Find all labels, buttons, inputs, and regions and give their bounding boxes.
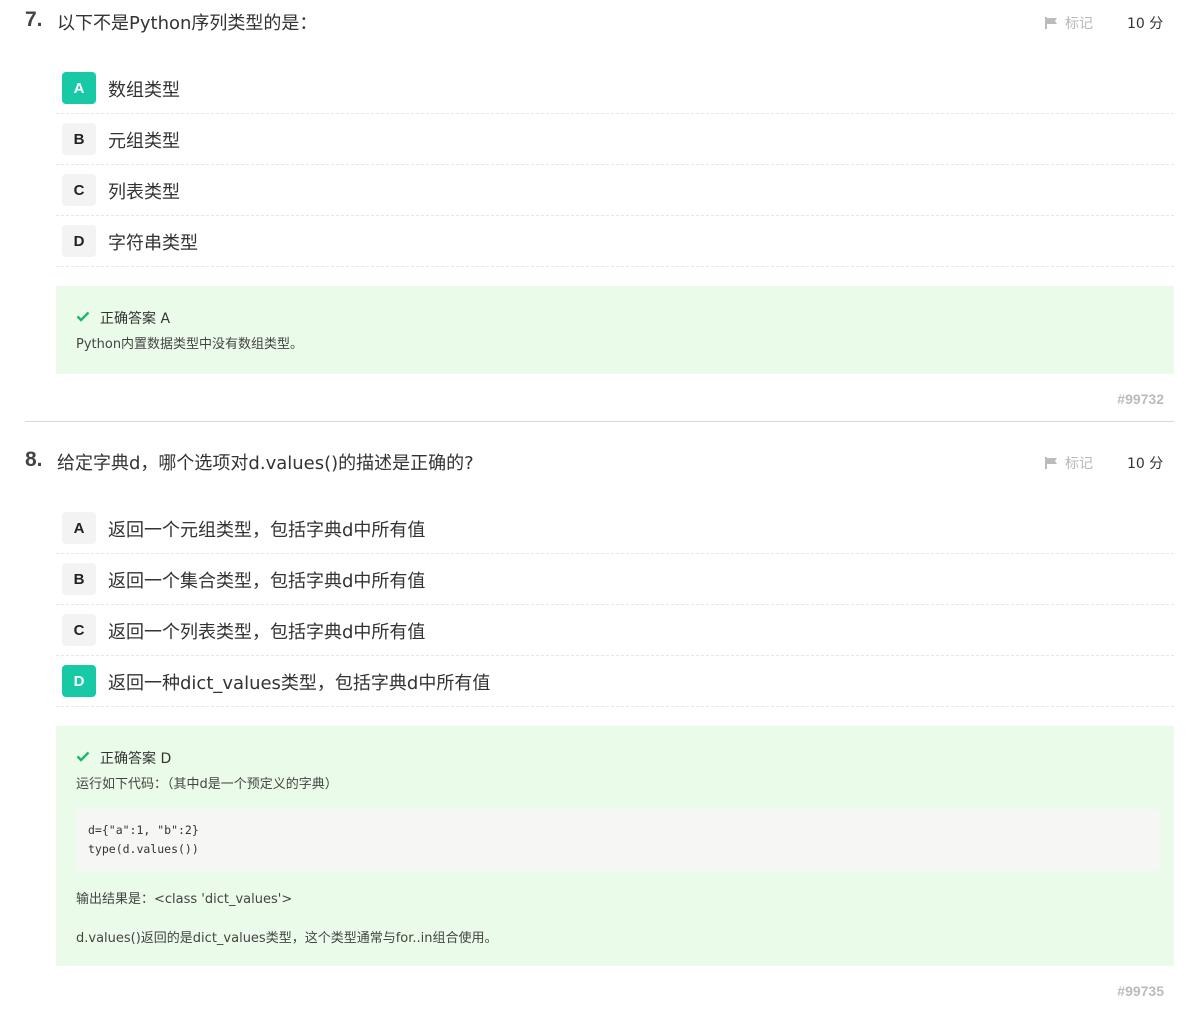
answer-output: 输出结果是：<class 'dict_values'>: [76, 892, 293, 907]
correct-answer-label: 正确答案 A: [100, 311, 171, 327]
question-number: 7.: [25, 8, 43, 31]
answer-box: 正确答案 A Python内置数据类型中没有数组类型。: [56, 286, 1174, 374]
option-letter: A: [62, 72, 96, 104]
option-b[interactable]: B 元组类型: [56, 114, 1174, 165]
option-letter: D: [62, 225, 96, 257]
flag-icon: [1045, 457, 1059, 469]
option-letter: C: [62, 174, 96, 206]
answer-box: 正确答案 D 运行如下代码：（其中d是一个预定义的字典） d={"a":1, "…: [56, 726, 1174, 966]
question-score: 10 分: [1127, 456, 1164, 472]
code-line-2: type(d.values()): [88, 842, 199, 856]
correct-answer-line: 正确答案 D: [76, 748, 171, 768]
option-letter: B: [62, 563, 96, 595]
check-icon: [76, 750, 90, 766]
answer-note: d.values()返回的是dict_values类型，这个类型通常与for..…: [76, 931, 498, 946]
question-divider: [25, 421, 1174, 422]
options-list: A 数组类型 B 元组类型 C 列表类型 D 字符串类型: [56, 63, 1174, 267]
option-text: 返回一个集合类型，包括字典d中所有值: [108, 571, 426, 592]
question-title: 给定字典d，哪个选项对d.values()的描述是正确的?: [57, 453, 474, 474]
code-block: d={"a":1, "b":2} type(d.values()): [76, 809, 1160, 871]
option-letter: C: [62, 614, 96, 646]
option-text: 返回一种dict_values类型，包括字典d中所有值: [108, 673, 491, 694]
code-line-1: d={"a":1, "b":2}: [88, 823, 199, 837]
answer-intro: 运行如下代码：（其中d是一个预定义的字典）: [76, 777, 338, 792]
option-letter: D: [62, 665, 96, 697]
question-number: 8.: [25, 448, 43, 471]
option-d[interactable]: D 返回一种dict_values类型，包括字典d中所有值: [56, 656, 1174, 707]
option-letter: A: [62, 512, 96, 544]
correct-answer-line: 正确答案 A: [76, 308, 170, 328]
options-list: A 返回一个元组类型，包括字典d中所有值 B 返回一个集合类型，包括字典d中所有…: [56, 503, 1174, 707]
mark-label: 标记: [1065, 456, 1093, 472]
option-a[interactable]: A 返回一个元组类型，包括字典d中所有值: [56, 503, 1174, 554]
option-letter: B: [62, 123, 96, 155]
answer-explanation: Python内置数据类型中没有数组类型。: [76, 337, 304, 352]
option-d[interactable]: D 字符串类型: [56, 216, 1174, 267]
question-header: 8. 给定字典d，哪个选项对d.values()的描述是正确的? 标记 10 分: [0, 440, 1193, 500]
question-header: 7. 以下不是Python序列类型的是： 标记 10 分: [0, 0, 1193, 60]
question-8: 8. 给定字典d，哪个选项对d.values()的描述是正确的? 标记 10 分…: [0, 440, 1193, 999]
option-c[interactable]: C 返回一个列表类型，包括字典d中所有值: [56, 605, 1174, 656]
question-id: #99735: [1117, 983, 1164, 999]
option-text: 元组类型: [108, 131, 180, 152]
mark-label: 标记: [1065, 16, 1093, 32]
flag-icon: [1045, 17, 1059, 29]
mark-button[interactable]: 标记: [1045, 13, 1093, 33]
option-text: 数组类型: [108, 80, 180, 101]
option-text: 返回一个列表类型，包括字典d中所有值: [108, 622, 426, 643]
option-text: 列表类型: [108, 182, 180, 203]
mark-button[interactable]: 标记: [1045, 453, 1093, 473]
question-score: 10 分: [1127, 16, 1164, 32]
option-c[interactable]: C 列表类型: [56, 165, 1174, 216]
question-id: #99732: [1117, 391, 1164, 407]
correct-answer-label: 正确答案 D: [100, 751, 172, 767]
option-text: 字符串类型: [108, 233, 198, 254]
check-icon: [76, 310, 90, 326]
option-b[interactable]: B 返回一个集合类型，包括字典d中所有值: [56, 554, 1174, 605]
option-a[interactable]: A 数组类型: [56, 63, 1174, 114]
question-title: 以下不是Python序列类型的是：: [57, 13, 318, 34]
question-7: 7. 以下不是Python序列类型的是： 标记 10 分 A 数组类型 B 元组…: [0, 0, 1193, 407]
option-text: 返回一个元组类型，包括字典d中所有值: [108, 520, 426, 541]
